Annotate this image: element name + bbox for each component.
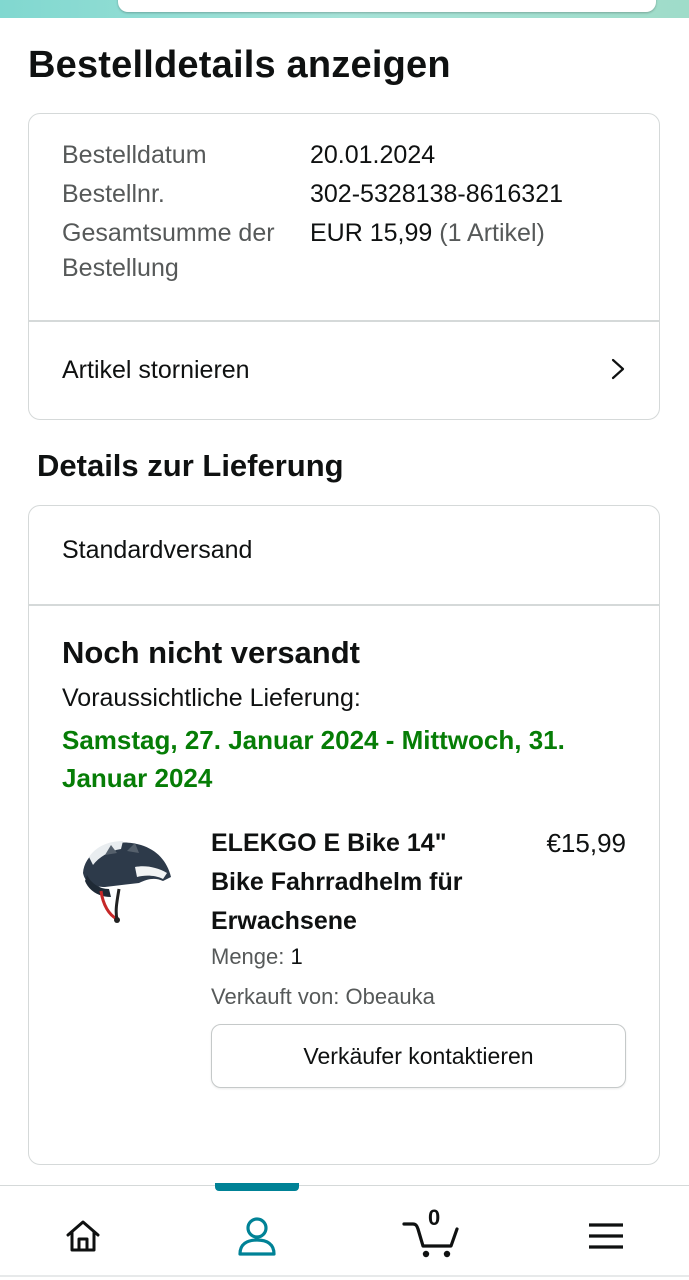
nav-menu-button[interactable] <box>578 1208 634 1264</box>
product-quantity: Menge: 1 <box>211 944 303 970</box>
eta-label: Voraussichtliche Lieferung: <box>62 684 361 712</box>
delivery-card: Standardversand Noch nicht versandt Vora… <box>28 505 660 1165</box>
cancel-items-label: Artikel stornieren <box>62 355 250 384</box>
card-divider <box>29 604 659 606</box>
product-price: €15,99 <box>546 828 626 858</box>
gesture-bar-line <box>0 1275 689 1277</box>
cancel-items-row[interactable]: Artikel stornieren <box>29 321 659 419</box>
order-date-label: Bestelldatum <box>62 141 207 169</box>
home-icon <box>66 1220 100 1252</box>
top-header-bar <box>0 0 689 18</box>
order-item-count: (1 Artikel) <box>439 219 545 247</box>
cart-count-badge: 0 <box>428 1205 441 1230</box>
bottom-navigation: 0 <box>0 1183 689 1280</box>
search-bar-edge[interactable] <box>118 0 656 12</box>
hamburger-menu-icon <box>589 1223 623 1249</box>
user-icon <box>238 1217 276 1256</box>
order-number-value: 302-5328138-8616321 <box>310 180 564 208</box>
delivery-section-title: Details zur Lieferung <box>37 448 344 483</box>
nav-home-button[interactable] <box>55 1208 111 1264</box>
quantity-label: Menge: <box>211 944 285 969</box>
contact-seller-button[interactable]: Verkäufer kontaktieren <box>211 1024 626 1088</box>
product-seller: Verkauft von: Obeauka <box>211 984 435 1009</box>
order-total-amount: EUR 15,99 <box>310 219 433 247</box>
chevron-right-icon <box>611 358 625 380</box>
quantity-value: 1 <box>290 944 303 969</box>
bike-helmet-image[interactable] <box>75 831 175 931</box>
order-total-value: EUR 15,99 (1 Artikel) <box>310 216 640 286</box>
order-total-label: Gesamtsumme der Bestellung <box>62 219 275 282</box>
order-info-grid: Bestelldatum 20.01.2024 Bestellnr. 302-5… <box>62 138 640 286</box>
order-summary-card: Bestelldatum 20.01.2024 Bestellnr. 302-5… <box>28 113 660 420</box>
order-number-label: Bestellnr. <box>62 180 165 208</box>
active-tab-indicator <box>215 1183 299 1191</box>
shipment-status: Noch nicht versandt <box>62 635 360 670</box>
nav-account-button[interactable] <box>229 1208 285 1264</box>
eta-date: Samstag, 27. Januar 2024 - Mittwoch, 31.… <box>62 725 565 793</box>
order-date-value: 20.01.2024 <box>310 141 436 169</box>
page-title: Bestelldetails anzeigen <box>28 44 451 86</box>
product-title[interactable]: ELEKGO E Bike 14" Bike Fahrradhelm für E… <box>211 824 501 941</box>
shipping-method: Standardversand <box>62 536 253 564</box>
